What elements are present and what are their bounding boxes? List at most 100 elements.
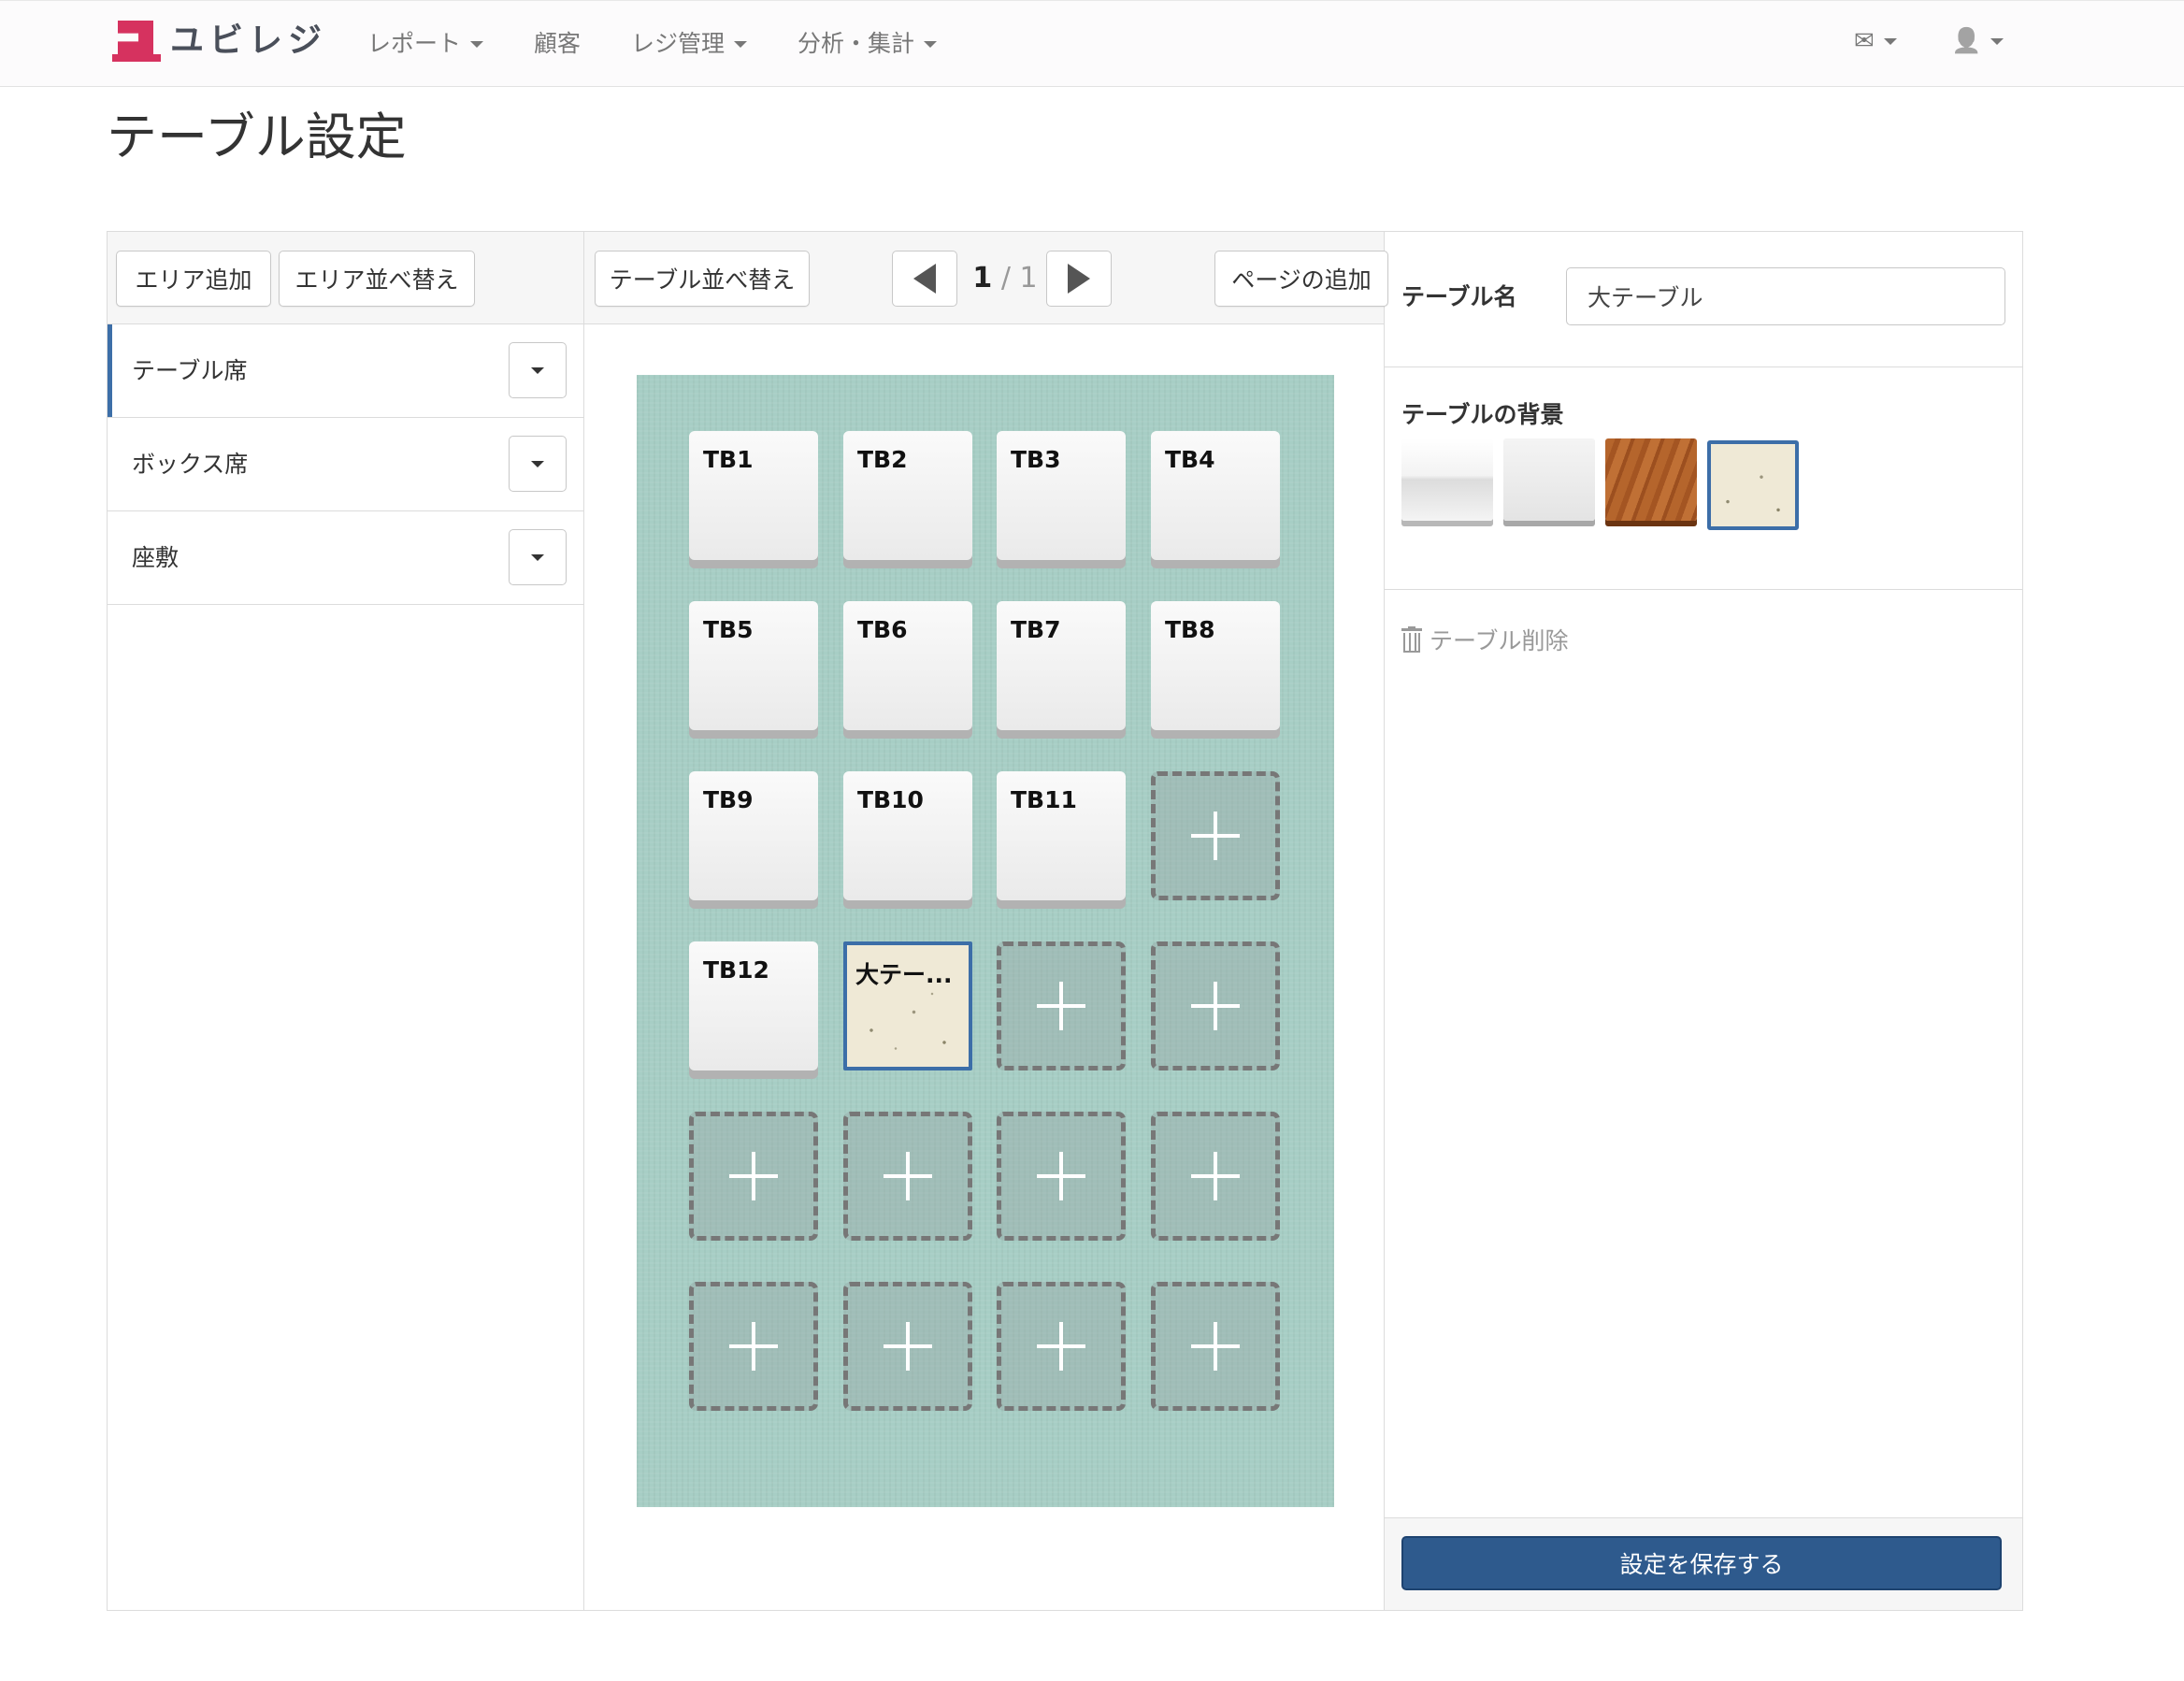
- add-table-slot[interactable]: [843, 1112, 972, 1241]
- mail-menu[interactable]: ✉: [1854, 27, 1897, 55]
- layout-column: テーブル並べ替え 1 / 1 ページの追加 TB1 TB2 TB3 TB4 TB5 TB6…: [584, 232, 1388, 1610]
- table-tile[interactable]: TB11: [997, 771, 1126, 900]
- brand-logo[interactable]: ユビレジ: [112, 20, 327, 63]
- table-tile-name: TB10: [857, 786, 924, 813]
- plus-icon: [1191, 1322, 1240, 1371]
- save-settings-button[interactable]: 設定を保存する: [1401, 1536, 2002, 1590]
- layout-toolbar: テーブル並べ替え 1 / 1 ページの追加: [584, 232, 1388, 324]
- table-tile[interactable]: TB8: [1151, 601, 1280, 730]
- table-tile-name: TB4: [1165, 446, 1215, 473]
- table-settings-panel: エリア追加 エリア並べ替え テーブル席 ボックス席 座敷 テーブル並べ替え 1 …: [107, 231, 2023, 1611]
- area-toolbar: エリア追加 エリア並べ替え: [108, 232, 583, 324]
- table-tile-name: TB7: [1011, 616, 1061, 643]
- table-tile[interactable]: TB10: [843, 771, 972, 900]
- area-dropdown-button[interactable]: [509, 342, 567, 398]
- top-navbar: ユビレジ レポート 顧客 レジ管理 分析・集計 ✉ 👤: [0, 0, 2184, 87]
- nav-register-management-label: レジ管理: [631, 30, 726, 57]
- table-tile-selected[interactable]: 大テー...: [843, 941, 972, 1070]
- chevron-down-icon: [531, 460, 544, 467]
- add-table-slot[interactable]: [1151, 1282, 1280, 1411]
- add-table-slot[interactable]: [997, 941, 1126, 1070]
- table-tile[interactable]: TB4: [1151, 431, 1280, 560]
- chevron-down-icon: [531, 553, 544, 561]
- area-label: テーブル席: [132, 357, 248, 384]
- table-name-input[interactable]: [1566, 267, 2005, 325]
- table-tile[interactable]: TB12: [689, 941, 818, 1070]
- background-swatch-white-matte[interactable]: [1503, 438, 1595, 521]
- delete-table-label: テーブル削除: [1430, 627, 1569, 654]
- chevron-down-icon: [734, 40, 748, 48]
- add-table-slot[interactable]: [1151, 771, 1280, 900]
- table-tile-name: 大テー...: [855, 961, 953, 988]
- nav-customers[interactable]: 顧客: [534, 27, 581, 61]
- plus-icon: [884, 1322, 932, 1371]
- chevron-down-icon: [924, 40, 938, 48]
- next-page-button[interactable]: [1046, 251, 1112, 307]
- page-indicator: 1 / 1: [968, 251, 1042, 307]
- chevron-down-icon: [1990, 37, 2004, 45]
- chevron-down-icon: [1883, 37, 1897, 45]
- add-table-slot[interactable]: [843, 1282, 972, 1411]
- table-tile[interactable]: TB7: [997, 601, 1126, 730]
- plus-icon: [1037, 1152, 1085, 1200]
- nav-register-management[interactable]: レジ管理: [631, 27, 748, 61]
- save-footer: 設定を保存する: [1385, 1517, 2022, 1610]
- table-name-label: テーブル名: [1401, 283, 1517, 310]
- add-table-slot[interactable]: [1151, 1112, 1280, 1241]
- plus-icon: [1037, 1322, 1085, 1371]
- area-dropdown-button[interactable]: [509, 529, 567, 585]
- plus-icon: [1191, 812, 1240, 860]
- sort-tables-button[interactable]: テーブル並べ替え: [595, 251, 810, 307]
- table-tile[interactable]: TB2: [843, 431, 972, 560]
- page-separator: /: [1000, 262, 1011, 295]
- table-tile-name: TB11: [1011, 786, 1077, 813]
- nav-analytics-label: 分析・集計: [797, 30, 915, 57]
- area-item-table-seats[interactable]: テーブル席: [108, 324, 583, 418]
- area-dropdown-button[interactable]: [509, 436, 567, 492]
- table-tile[interactable]: TB9: [689, 771, 818, 900]
- add-table-slot[interactable]: [997, 1282, 1126, 1411]
- background-swatch-white-glossy[interactable]: [1401, 438, 1493, 521]
- prev-page-button[interactable]: [892, 251, 957, 307]
- total-pages: 1: [1019, 262, 1038, 295]
- nav-reports[interactable]: レポート: [367, 27, 484, 61]
- area-label: 座敷: [132, 544, 180, 571]
- add-table-slot[interactable]: [689, 1112, 818, 1241]
- table-tile-name: TB1: [703, 446, 754, 473]
- table-background-label: テーブルの背景: [1401, 401, 1564, 428]
- add-page-button[interactable]: ページの追加: [1214, 251, 1388, 307]
- mail-icon: ✉: [1854, 27, 1875, 55]
- area-item-box-seats[interactable]: ボックス席: [108, 418, 583, 511]
- table-tile-name: TB5: [703, 616, 754, 643]
- add-table-slot[interactable]: [689, 1282, 818, 1411]
- table-tile-name: TB9: [703, 786, 754, 813]
- table-tile[interactable]: TB3: [997, 431, 1126, 560]
- background-swatch-paper-selected[interactable]: [1707, 440, 1799, 530]
- table-tile[interactable]: TB6: [843, 601, 972, 730]
- table-tile-name: TB3: [1011, 446, 1061, 473]
- add-table-slot[interactable]: [1151, 941, 1280, 1070]
- nav-reports-label: レポート: [367, 30, 462, 57]
- plus-icon: [1191, 982, 1240, 1030]
- area-column: エリア追加 エリア並べ替え テーブル席 ボックス席 座敷: [108, 232, 584, 1610]
- plus-icon: [1037, 982, 1085, 1030]
- area-item-zashiki[interactable]: 座敷: [108, 511, 583, 605]
- table-tile[interactable]: TB1: [689, 431, 818, 560]
- nav-analytics[interactable]: 分析・集計: [797, 27, 938, 61]
- table-layout-board: TB1 TB2 TB3 TB4 TB5 TB6 TB7 TB8 TB9 TB10 TB11 TB12 大…: [637, 375, 1334, 1507]
- background-swatch-wood[interactable]: [1605, 438, 1697, 521]
- user-menu[interactable]: 👤: [1951, 27, 2004, 55]
- table-tile-name: TB2: [857, 446, 908, 473]
- delete-table-link[interactable]: テーブル削除: [1401, 623, 1569, 656]
- area-list: テーブル席 ボックス席 座敷: [108, 324, 583, 605]
- logo-text: ユビレジ: [170, 22, 328, 60]
- triangle-right-icon: [1068, 264, 1090, 294]
- sort-areas-button[interactable]: エリア並べ替え: [279, 251, 475, 307]
- table-name-section: テーブル名: [1385, 232, 2022, 367]
- logo-mark-icon: [112, 21, 161, 62]
- add-table-slot[interactable]: [997, 1112, 1126, 1241]
- table-tile[interactable]: TB5: [689, 601, 818, 730]
- add-area-button[interactable]: エリア追加: [116, 251, 271, 307]
- table-tile-name: TB8: [1165, 616, 1215, 643]
- user-icon: 👤: [1951, 27, 1982, 55]
